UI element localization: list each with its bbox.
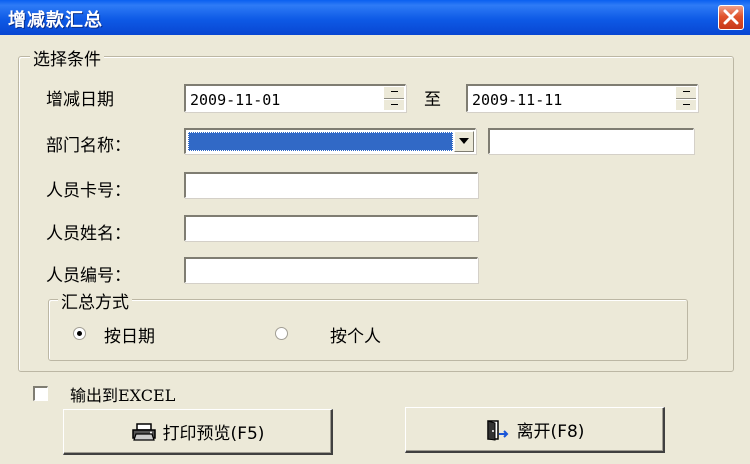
radio-by-date[interactable] (73, 327, 86, 340)
spin-down-icon[interactable] (676, 98, 696, 111)
export-excel-checkbox[interactable] (33, 386, 48, 401)
emp-no-field[interactable] (184, 257, 478, 283)
date-from-value: 2009-11-01 (190, 91, 281, 109)
name-label: 人员姓名： (46, 224, 131, 244)
name-field[interactable] (184, 215, 478, 241)
department-select[interactable] (184, 128, 476, 154)
chevron-down-icon (459, 138, 469, 144)
title-bar: 增减款汇总 (0, 0, 750, 35)
exit-label: 离开(F8) (516, 422, 585, 442)
date-from-field[interactable]: 2009-11-01 (184, 84, 406, 112)
print-preview-button[interactable]: 打印预览(F5) (63, 409, 333, 455)
print-preview-label: 打印预览(F5) (162, 424, 265, 444)
department-extra-field[interactable] (488, 128, 694, 154)
date-to-field[interactable]: 2009-11-11 (466, 84, 698, 112)
department-dropdown-button[interactable] (454, 131, 474, 152)
emp-no-label: 人员编号： (46, 266, 131, 286)
department-selected-value (188, 132, 453, 151)
spin-down-icon[interactable] (384, 98, 404, 111)
summary-mode-group-label: 汇总方式 (58, 288, 132, 313)
exit-door-icon (486, 419, 508, 441)
window-title: 增减款汇总 (8, 10, 103, 31)
radio-by-person[interactable] (275, 327, 288, 340)
date-to-value: 2009-11-11 (472, 91, 563, 109)
export-excel-label[interactable]: 输出到EXCEL (70, 382, 175, 406)
card-no-label: 人员卡号： (46, 181, 131, 201)
date-from-spinner[interactable] (383, 87, 404, 110)
date-to-label: 至 (424, 90, 441, 110)
card-no-field[interactable] (184, 172, 478, 198)
radio-by-date-label[interactable]: 按日期 (104, 322, 155, 347)
close-button[interactable] (718, 5, 744, 30)
exit-button[interactable]: 离开(F8) (405, 407, 665, 453)
date-to-spinner[interactable] (675, 87, 696, 110)
printer-icon (131, 422, 156, 441)
spin-up-icon[interactable] (676, 87, 696, 99)
radio-by-person-label[interactable]: 按个人 (330, 322, 381, 347)
spin-up-icon[interactable] (384, 87, 404, 99)
date-label: 增减日期 (46, 90, 114, 110)
department-label: 部门名称： (46, 136, 131, 156)
close-icon (723, 9, 739, 25)
conditions-group-label: 选择条件 (30, 45, 104, 70)
